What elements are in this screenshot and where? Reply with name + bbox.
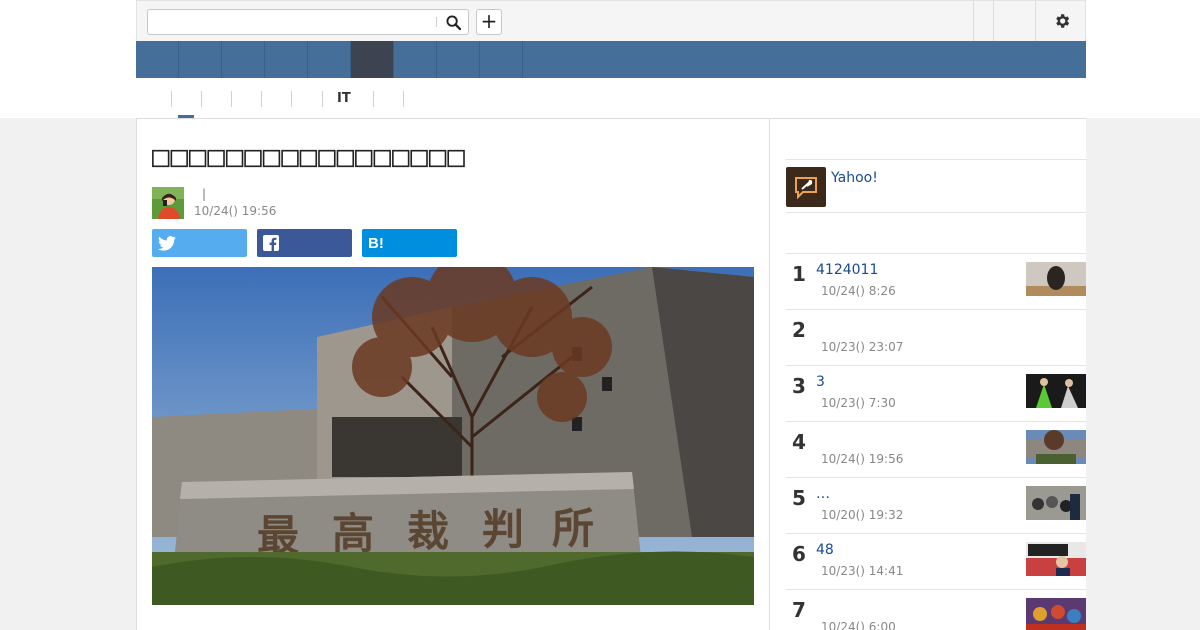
- twitter-share-button[interactable]: [152, 229, 247, 257]
- subnav-item[interactable]: [201, 91, 216, 107]
- ranking-item[interactable]: 2 10/23() 23:07: [786, 309, 1086, 365]
- nav-item[interactable]: [136, 41, 179, 78]
- twitter-icon: [158, 235, 176, 251]
- rank-number: 4: [792, 430, 806, 454]
- search-icon: [445, 14, 461, 30]
- rank-date: 10/23() 14:41: [821, 564, 904, 578]
- ranking-item[interactable]: 5 … 10/20() 19:32: [786, 477, 1086, 533]
- facebook-icon: [263, 235, 279, 251]
- rank-thumbnail[interactable]: [1026, 262, 1086, 296]
- rank-number: 3: [792, 374, 806, 398]
- subnav-item[interactable]: [171, 91, 186, 107]
- sidebar: Yahoo! 1 4124011 10/24() 8:26 2 10/23() …: [770, 118, 1086, 630]
- add-button[interactable]: +: [476, 9, 502, 35]
- facebook-share-button[interactable]: [257, 229, 352, 257]
- rank-date: 10/23() 7:30: [821, 396, 896, 410]
- nav-item[interactable]: [480, 41, 523, 78]
- nav-item[interactable]: [222, 41, 265, 78]
- rank-title[interactable]: 4124011: [816, 262, 878, 278]
- rank-title[interactable]: …: [816, 486, 830, 502]
- ranking-item[interactable]: 6 48 10/23() 14:41: [786, 533, 1086, 589]
- sponsor-icon-button[interactable]: [786, 167, 826, 207]
- search-divider: [436, 17, 437, 27]
- svg-text:判: 判: [482, 505, 524, 554]
- rank-title[interactable]: 48: [816, 542, 834, 558]
- subnav-item[interactable]: [403, 91, 418, 107]
- settings-button[interactable]: [1051, 10, 1073, 32]
- rank-number: 6: [792, 542, 806, 566]
- ranking-item[interactable]: 3 3 10/23() 7:30: [786, 365, 1086, 421]
- nav-item[interactable]: [437, 41, 480, 78]
- ranking-item[interactable]: 7 10/24() 6:00: [786, 589, 1086, 630]
- rank-date: 10/20() 19:32: [821, 508, 904, 522]
- search-input[interactable]: [148, 10, 438, 34]
- author-separator: |: [202, 187, 207, 201]
- article-date: 10/24() 19:56: [194, 204, 277, 218]
- ranking-item[interactable]: 1 4124011 10/24() 8:26: [786, 253, 1086, 309]
- toolbar-divider: [973, 1, 974, 41]
- sub-category-nav: IT: [136, 78, 1086, 118]
- article-main: □□□□□□□□□□□□□□□□□ | 10/24() 19:56 B! 最 高…: [136, 118, 770, 630]
- nav-item[interactable]: [394, 41, 437, 78]
- author-avatar[interactable]: [152, 187, 184, 219]
- svg-text:所: 所: [552, 504, 594, 553]
- rank-number: 2: [792, 318, 806, 342]
- subnav-item[interactable]: [291, 91, 306, 107]
- nav-item[interactable]: [308, 41, 351, 78]
- hatena-bookmark-button[interactable]: B!: [362, 229, 457, 257]
- ranking-item[interactable]: 4 10/24() 19:56: [786, 421, 1086, 477]
- toolbar-divider: [993, 1, 994, 41]
- rank-date: 10/23() 23:07: [821, 340, 904, 354]
- article-image: 最 高 裁 判 所: [152, 267, 754, 605]
- sponsor-block: Yahoo!: [786, 159, 1086, 213]
- rank-number: 5: [792, 486, 806, 510]
- nav-item[interactable]: [265, 41, 308, 78]
- rank-thumbnail[interactable]: [1026, 542, 1086, 576]
- gear-icon: [1056, 14, 1070, 28]
- rank-date: 10/24() 19:56: [821, 452, 904, 466]
- rank-thumbnail[interactable]: [1026, 430, 1086, 464]
- rank-number: 1: [792, 262, 806, 286]
- rank-thumbnail[interactable]: [1026, 486, 1086, 520]
- nav-item[interactable]: [179, 41, 222, 78]
- subnav-item-it[interactable]: IT: [322, 91, 351, 107]
- header: + IT: [0, 0, 1200, 118]
- toolbar-divider: [1035, 1, 1036, 41]
- subnav-item[interactable]: [373, 91, 388, 107]
- article-title: □□□□□□□□□□□□□□□□□: [152, 139, 466, 173]
- sponsor-link[interactable]: Yahoo!: [831, 170, 878, 186]
- rank-number: 7: [792, 598, 806, 622]
- rank-date: 10/24() 8:26: [821, 284, 896, 298]
- hatena-bookmark-icon: B!: [368, 234, 384, 252]
- subnav-item[interactable]: [231, 91, 246, 107]
- rank-date: 10/24() 6:00: [821, 620, 896, 630]
- search-box: [147, 9, 469, 35]
- category-nav: [136, 41, 1086, 78]
- feather-speech-icon: [795, 177, 817, 199]
- subnav-item[interactable]: [261, 91, 276, 107]
- rank-title[interactable]: 3: [816, 374, 825, 390]
- top-toolbar: +: [136, 0, 1086, 41]
- svg-text:裁: 裁: [407, 507, 449, 556]
- rank-thumbnail[interactable]: [1026, 374, 1086, 408]
- search-button[interactable]: [442, 13, 464, 31]
- svg-text:高: 高: [332, 509, 374, 558]
- nav-item-active[interactable]: [351, 41, 394, 78]
- ranking-list: 1 4124011 10/24() 8:26 2 10/23() 23:07 3…: [786, 253, 1086, 630]
- rank-thumbnail[interactable]: [1026, 598, 1086, 630]
